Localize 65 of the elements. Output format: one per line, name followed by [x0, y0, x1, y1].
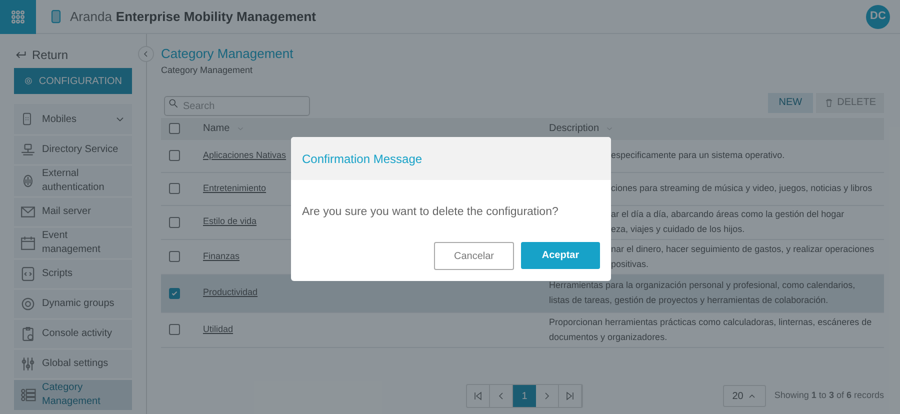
sidebar-item[interactable]: Directory Service — [14, 136, 132, 164]
breadcrumb: Category Management — [161, 64, 254, 77]
sidebar-item[interactable]: External authentication — [14, 166, 132, 196]
sidebar-item[interactable]: Event management — [14, 228, 132, 258]
sidebar-item[interactable]: Console activity — [14, 320, 132, 348]
page-button[interactable]: 1 — [513, 385, 536, 407]
category-link[interactable]: Finanzas — [203, 250, 240, 264]
check-icon — [170, 288, 179, 298]
column-header[interactable]: Name — [203, 121, 230, 136]
app-title: Enterprise Mobility Management — [116, 8, 316, 26]
checkbox[interactable] — [169, 123, 180, 134]
return-link[interactable]: Return — [14, 46, 132, 64]
sidebar-item[interactable]: Global settings — [14, 350, 132, 378]
description-text: Herramientas para la organización personal y profesional, como calendarios, listas de tareas, gestión de proyectos y herramientas de colaboración. — [549, 279, 856, 307]
server-icon — [20, 142, 36, 158]
table-row[interactable]: Productividad Herramientas para la organización personal y profesional, como calendarios, listas de tareas, gestión de proyectos y herramientas de colaboración. — [161, 274, 884, 312]
description-text: ciones para streaming de música y video, juegos, noticias y libros — [611, 182, 874, 195]
code-icon — [20, 266, 36, 282]
grid-icon — [9, 8, 27, 26]
category-link[interactable]: Entretenimiento — [203, 182, 266, 196]
apps-menu-button[interactable] — [0, 0, 36, 34]
dialog-title: Confirmation Message — [302, 150, 422, 168]
new-button[interactable]: NEW — [768, 92, 814, 112]
column-header[interactable]: Description — [549, 121, 600, 136]
app-title-light: Aranda — [70, 8, 112, 26]
sidebar-item[interactable]: Dynamic groups — [14, 290, 132, 318]
checkbox[interactable] — [169, 150, 180, 161]
category-link[interactable]: Aplicaciones Nativas — [203, 148, 286, 162]
collapse-sidebar-button[interactable] — [138, 46, 154, 62]
mobiles-group-header[interactable]: Mobiles — [14, 104, 132, 134]
cancel-button[interactable]: Cancelar — [434, 242, 514, 270]
search-icon — [168, 98, 179, 108]
clipboard-icon — [20, 326, 36, 342]
phone-icon — [20, 111, 34, 127]
description-text: nar el dinero, hacer seguimiento de gastos, y realizar operaciones positivas. — [611, 242, 876, 271]
description-text: Proporcionan herramientas prácticas como calculadoras, linternas, escáneres de documentos y organizadores. — [549, 316, 873, 344]
records-summary: Showing 1 to 3 of 6 records — [774, 389, 884, 402]
category-link[interactable]: Utilidad — [203, 322, 234, 336]
description-text: ar el día a día, abarcando áreas como la gestión del hogar eza, viajes y cuidado de los hijos. — [611, 208, 846, 236]
sidebar-item[interactable]: Category Management — [14, 380, 132, 410]
trash-icon — [824, 98, 834, 108]
user-avatar[interactable]: DC — [866, 4, 890, 28]
configuration-button[interactable]: CONFIGURATION — [14, 68, 132, 94]
checkbox[interactable] — [169, 251, 180, 262]
checkbox[interactable] — [169, 324, 180, 335]
category-link[interactable]: Estilo de vida — [203, 215, 257, 229]
dialog-message: Are you sure you want to delete the configuration? — [302, 205, 560, 220]
page-size-select[interactable]: 20 — [723, 385, 766, 407]
description-text: especificamente para un sistema operativo. — [611, 149, 786, 162]
sidebar-item[interactable]: Mail server — [14, 198, 132, 226]
checkbox[interactable] — [169, 288, 180, 298]
accept-button[interactable]: Aceptar — [521, 242, 600, 270]
list-icon — [20, 387, 36, 403]
checkbox[interactable] — [169, 216, 180, 228]
sidebar-item[interactable]: Scripts — [14, 260, 132, 288]
checkbox[interactable] — [169, 183, 180, 194]
calendar-icon — [20, 235, 36, 251]
sliders-icon — [20, 356, 36, 372]
table-row[interactable]: Utilidad Proporcionan herramientas prácticas como calculadoras, linternas, escáneres de documentos y organizadores. — [161, 312, 884, 348]
last-page-icon — [565, 391, 575, 401]
envelope-icon — [20, 204, 36, 220]
category-link[interactable]: Productividad — [203, 286, 258, 300]
page-title: Category Management — [161, 46, 294, 62]
first-page-icon — [473, 391, 483, 401]
target-icon — [20, 296, 36, 312]
